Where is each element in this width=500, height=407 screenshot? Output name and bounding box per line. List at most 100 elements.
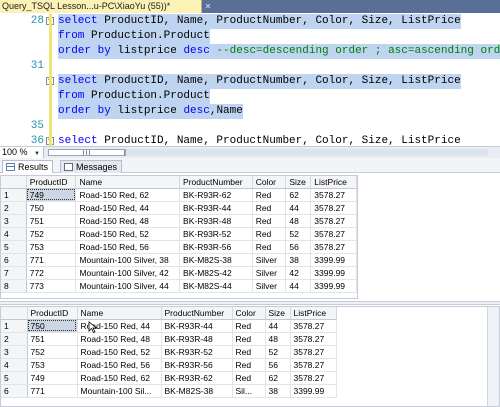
- table-cell[interactable]: Red: [232, 358, 266, 372]
- table-cell[interactable]: BK-R93R-48: [161, 332, 233, 346]
- table-cell[interactable]: 3578.27: [290, 358, 337, 372]
- result-grid-2[interactable]: ProductID Name ProductNumber Color Size ListP…: [1, 307, 337, 398]
- table-cell[interactable]: 749: [26, 188, 77, 202]
- table-cell[interactable]: 62: [265, 371, 291, 385]
- table-row[interactable]: 8 773 Mountain-100 Silver, 44 BK-M82S-44 Sil…: [1, 279, 357, 293]
- table-cell[interactable]: Red: [252, 227, 287, 241]
- column-header[interactable]: Size: [285, 176, 312, 189]
- table-cell[interactable]: Mountain-100 Silver, 44: [75, 279, 181, 293]
- table-cell[interactable]: BK-M82S-44: [179, 279, 253, 293]
- table-cell[interactable]: BK-M82S-42: [179, 266, 253, 280]
- table-cell[interactable]: Silver: [252, 266, 287, 280]
- table-cell[interactable]: BK-R93R-52: [161, 345, 233, 359]
- table-cell[interactable]: 56: [285, 240, 312, 254]
- table-cell[interactable]: Red: [232, 319, 266, 333]
- row-header-corner[interactable]: [1, 307, 28, 320]
- table-row[interactable]: 1 749 Road-150 Red, 62 BK-R93R-62 Red 62 3578.…: [1, 188, 357, 202]
- table-cell[interactable]: 52: [285, 227, 312, 241]
- code-line[interactable]: order by listprice desc --desc=descendin…: [0, 44, 500, 59]
- table-cell[interactable]: 3578.27: [310, 227, 357, 241]
- table-cell[interactable]: Red: [232, 332, 266, 346]
- row-number[interactable]: 1: [1, 188, 27, 202]
- table-cell[interactable]: Silver: [252, 279, 287, 293]
- column-header[interactable]: ProductID: [26, 176, 77, 189]
- tab-messages[interactable]: Messages: [60, 160, 123, 173]
- table-cell[interactable]: Road-150 Red, 48: [75, 214, 181, 228]
- row-number[interactable]: 1: [1, 319, 28, 333]
- table-cell[interactable]: 3578.27: [310, 188, 357, 202]
- table-cell[interactable]: Mountain-100 Silver, 42: [75, 266, 181, 280]
- code-line[interactable]: 28−select ProductID, Name, ProductNumber…: [0, 14, 500, 29]
- table-cell[interactable]: 750: [26, 201, 77, 215]
- column-header[interactable]: ListPrice: [290, 307, 337, 320]
- table-cell[interactable]: 751: [27, 332, 78, 346]
- column-header[interactable]: Color: [252, 176, 287, 189]
- column-header[interactable]: Color: [232, 307, 266, 320]
- table-cell[interactable]: 38: [265, 384, 291, 398]
- zoom-dropdown[interactable]: 100 % ▼: [0, 147, 44, 158]
- table-cell[interactable]: 3399.99: [290, 384, 337, 398]
- tab-results[interactable]: Results: [2, 160, 54, 173]
- table-cell[interactable]: 48: [265, 332, 291, 346]
- table-cell[interactable]: 752: [27, 345, 78, 359]
- table-cell[interactable]: 48: [285, 214, 312, 228]
- table-cell[interactable]: Road-150 Red, 52: [75, 227, 181, 241]
- table-cell[interactable]: 752: [26, 227, 77, 241]
- table-row[interactable]: 4 753 Road-150 Red, 56 BK-R93R-56 Red 56 3578.…: [1, 358, 337, 372]
- table-cell[interactable]: Red: [252, 188, 287, 202]
- column-header[interactable]: Name: [75, 176, 181, 189]
- table-cell[interactable]: BK-R93R-44: [161, 319, 233, 333]
- table-cell[interactable]: BK-R93R-52: [179, 227, 253, 241]
- table-cell[interactable]: 3578.27: [290, 319, 337, 333]
- table-row[interactable]: 5 749 Road-150 Red, 62 BK-R93R-62 Red 62 3578.…: [1, 371, 337, 385]
- table-cell[interactable]: 771: [26, 253, 77, 267]
- table-cell[interactable]: 42: [285, 266, 312, 280]
- table-row[interactable]: 4 752 Road-150 Red, 52 BK-R93R-52 Red 52 3578.…: [1, 227, 357, 241]
- table-row[interactable]: 2 750 Road-150 Red, 44 BK-R93R-44 Red 44 3578.…: [1, 201, 357, 215]
- table-cell[interactable]: 3399.99: [310, 253, 357, 267]
- row-number[interactable]: 5: [1, 371, 28, 385]
- table-row[interactable]: 3 752 Road-150 Red, 52 BK-R93R-52 Red 52 3578.…: [1, 345, 337, 359]
- table-cell[interactable]: 44: [285, 279, 312, 293]
- table-cell[interactable]: 773: [26, 279, 77, 293]
- table-cell[interactable]: 751: [26, 214, 77, 228]
- column-header[interactable]: Size: [265, 307, 291, 320]
- row-header-corner[interactable]: [1, 176, 27, 189]
- table-cell[interactable]: 3578.27: [310, 214, 357, 228]
- table-cell[interactable]: 44: [285, 201, 312, 215]
- table-cell[interactable]: Road-150 Red, 44: [75, 201, 181, 215]
- results-splitter[interactable]: [0, 301, 500, 305]
- code-line[interactable]: 36−select ProductID, Name, ProductNumber…: [0, 134, 500, 146]
- row-number[interactable]: 3: [1, 214, 27, 228]
- table-cell[interactable]: 44: [265, 319, 291, 333]
- table-row[interactable]: 2 751 Road-150 Red, 48 BK-R93R-48 Red 48 3578.…: [1, 332, 337, 346]
- editor-horizontal-scrollbar[interactable]: [48, 149, 488, 156]
- close-tab-icon[interactable]: ✕: [203, 0, 213, 13]
- table-cell[interactable]: 753: [26, 240, 77, 254]
- table-cell[interactable]: BK-R93R-56: [161, 358, 233, 372]
- column-header[interactable]: ProductID: [27, 307, 78, 320]
- table-cell[interactable]: Road-150 Red, 62: [77, 371, 162, 385]
- table-cell[interactable]: Road-150 Red, 48: [77, 332, 162, 346]
- table-cell[interactable]: 3578.27: [290, 332, 337, 346]
- table-cell[interactable]: 3399.99: [310, 266, 357, 280]
- table-row[interactable]: 1 750 Road-150 Red, 44 BK-R93R-44 Red 44 3578.…: [1, 319, 337, 333]
- column-header[interactable]: Name: [77, 307, 162, 320]
- code-line[interactable]: 35: [0, 119, 500, 134]
- table-cell[interactable]: 750: [27, 319, 78, 333]
- table-cell[interactable]: 62: [285, 188, 312, 202]
- table-cell[interactable]: 3578.27: [310, 240, 357, 254]
- table-cell[interactable]: BK-R93R-62: [179, 188, 253, 202]
- table-cell[interactable]: 3578.27: [290, 345, 337, 359]
- table-cell[interactable]: 3399.99: [310, 279, 357, 293]
- row-number[interactable]: 5: [1, 240, 27, 254]
- table-cell[interactable]: Red: [252, 214, 287, 228]
- table-cell[interactable]: Red: [252, 201, 287, 215]
- table-cell[interactable]: Road-150 Red, 52: [77, 345, 162, 359]
- code-line[interactable]: 31: [0, 59, 500, 74]
- row-number[interactable]: 2: [1, 332, 28, 346]
- table-cell[interactable]: Road-150 Red, 56: [77, 358, 162, 372]
- table-cell[interactable]: Red: [252, 240, 287, 254]
- row-number[interactable]: 6: [1, 253, 27, 267]
- table-cell[interactable]: BK-M82S-38: [179, 253, 253, 267]
